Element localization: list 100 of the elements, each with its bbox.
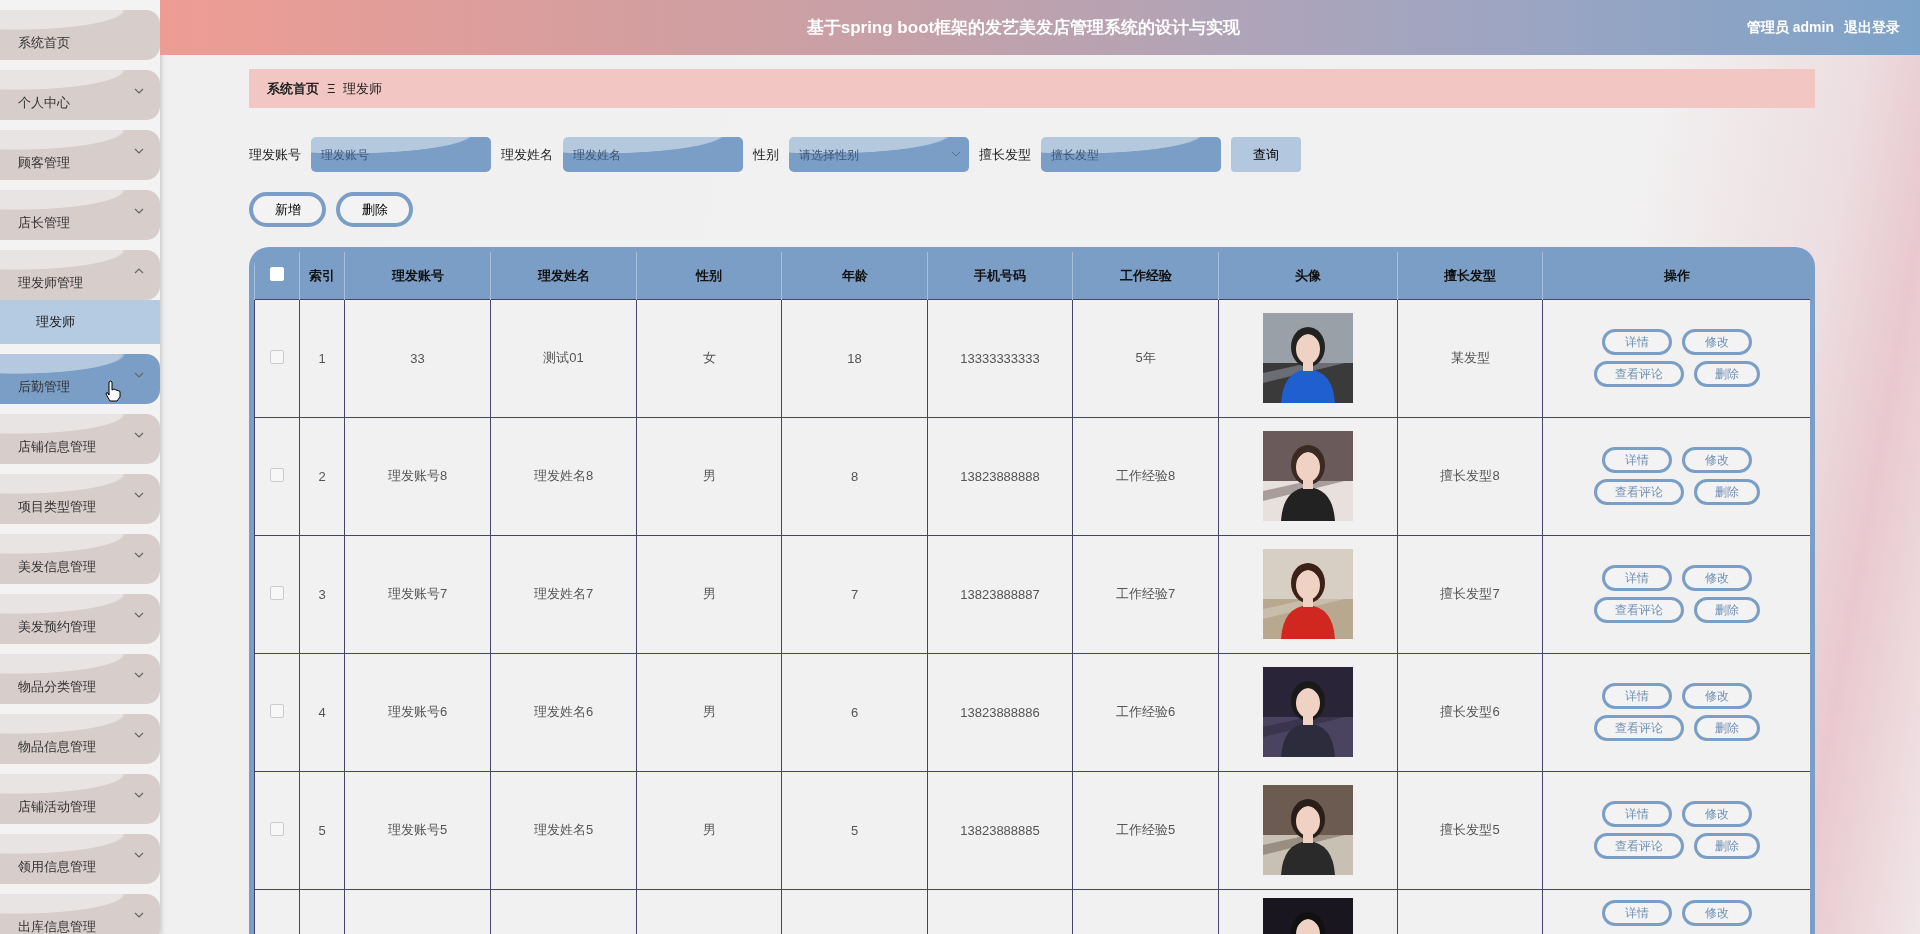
table-cell: 擅长发型5 bbox=[1440, 822, 1500, 837]
sidebar-item[interactable]: 物品分类管理 bbox=[0, 654, 160, 704]
row-action-button[interactable]: 修改 bbox=[1681, 565, 1752, 591]
row-action-button[interactable]: 详情 bbox=[1601, 447, 1672, 473]
sidebar-item[interactable]: 出库信息管理 bbox=[0, 894, 160, 934]
row-action-button[interactable]: 删除 bbox=[1693, 833, 1760, 859]
table-cell: 工作经验7 bbox=[1115, 586, 1176, 601]
sidebar-item[interactable]: 系统首页 bbox=[0, 10, 160, 60]
table-cell: 理发账号6 bbox=[387, 704, 448, 719]
field-label: 理发姓名 bbox=[501, 145, 553, 164]
table-cell: 理发姓名8 bbox=[533, 468, 594, 483]
logout-link[interactable]: 退出登录 bbox=[1844, 18, 1900, 37]
sidebar-item[interactable]: 后勤管理 bbox=[0, 354, 160, 404]
sidebar-item[interactable]: 美发信息管理 bbox=[0, 534, 160, 584]
table-cell: 18 bbox=[847, 350, 862, 366]
sidebar-item[interactable]: 领用信息管理 bbox=[0, 834, 160, 884]
table-cell: 2 bbox=[318, 468, 326, 484]
column-header: 理发账号 bbox=[391, 267, 444, 283]
row-action-button[interactable]: 删除 bbox=[1693, 479, 1760, 505]
table-cell: 5 bbox=[850, 822, 859, 838]
table-cell: 3 bbox=[318, 586, 326, 602]
row-action-button[interactable]: 详情 bbox=[1601, 683, 1672, 709]
row-action-button[interactable]: 查看评论 bbox=[1593, 597, 1684, 623]
action-button[interactable]: 新增 bbox=[249, 192, 326, 227]
sidebar-item[interactable]: 理发师管理 bbox=[0, 250, 160, 300]
chevron-icon bbox=[134, 490, 144, 500]
row-action-button[interactable]: 修改 bbox=[1681, 329, 1752, 355]
chevron-icon bbox=[134, 670, 144, 680]
sidebar-item[interactable]: 项目类型管理 bbox=[0, 474, 160, 524]
table-cell: 13823888888 bbox=[960, 468, 1040, 484]
action-button[interactable]: 删除 bbox=[336, 192, 413, 227]
chevron-icon bbox=[134, 370, 144, 380]
table-cell: 擅长发型7 bbox=[1440, 586, 1500, 601]
table-cell: 理发账号8 bbox=[387, 468, 448, 483]
row-action-button[interactable]: 删除 bbox=[1693, 361, 1760, 387]
chevron-icon bbox=[134, 610, 144, 620]
table-cell: 男 bbox=[702, 586, 716, 601]
column-header: 性别 bbox=[696, 267, 722, 283]
sidebar-item[interactable]: 店铺信息管理 bbox=[0, 414, 160, 464]
row-action-button[interactable]: 详情 bbox=[1601, 801, 1672, 827]
checkbox[interactable] bbox=[270, 585, 284, 600]
breadcrumb-separator: Ξ bbox=[327, 81, 336, 96]
table-cell: 1 bbox=[318, 350, 326, 366]
table-cell: 8 bbox=[850, 468, 859, 484]
table-cell: 4 bbox=[318, 704, 326, 720]
row-action-button[interactable]: 详情 bbox=[1601, 900, 1672, 926]
sidebar-item[interactable]: 物品信息管理 bbox=[0, 714, 160, 764]
chevron-icon bbox=[134, 850, 144, 860]
row-action-button[interactable]: 查看评论 bbox=[1593, 479, 1684, 505]
breadcrumb-current: 理发师 bbox=[343, 79, 383, 98]
checkbox[interactable] bbox=[270, 467, 284, 482]
row-action-button[interactable]: 删除 bbox=[1693, 597, 1760, 623]
table-cell: 男 bbox=[702, 704, 716, 719]
field-label: 性别 bbox=[753, 145, 779, 164]
table-cell: 擅长发型8 bbox=[1440, 468, 1500, 483]
row-action-button[interactable]: 修改 bbox=[1681, 447, 1752, 473]
table-cell: 5 bbox=[318, 822, 326, 838]
field-label: 擅长发型 bbox=[979, 145, 1031, 164]
table-cell: 理发姓名7 bbox=[533, 586, 594, 601]
checkbox[interactable] bbox=[270, 703, 284, 718]
checkbox[interactable] bbox=[270, 349, 284, 364]
table-cell: 工作经验5 bbox=[1115, 822, 1176, 837]
sidebar-item[interactable]: 店长管理 bbox=[0, 190, 160, 240]
chevron-icon bbox=[134, 206, 144, 216]
sidebar-item[interactable]: 顾客管理 bbox=[0, 130, 160, 180]
submenu-item[interactable]: 理发师 bbox=[0, 300, 160, 344]
table-cell: 理发姓名6 bbox=[533, 704, 594, 719]
row-action-button[interactable]: 删除 bbox=[1693, 715, 1760, 741]
input-field[interactable]: 理发姓名 bbox=[563, 137, 743, 172]
table-cell: 6 bbox=[850, 704, 859, 720]
table-cell: 理发账号5 bbox=[387, 822, 448, 837]
table-cell: 擅长发型6 bbox=[1440, 704, 1500, 719]
sidebar-item[interactable]: 个人中心 bbox=[0, 70, 160, 120]
row-action-button[interactable]: 查看评论 bbox=[1593, 361, 1684, 387]
checkbox[interactable] bbox=[270, 821, 284, 836]
sidebar-item[interactable]: 美发预约管理 bbox=[0, 594, 160, 644]
chevron-icon bbox=[134, 910, 144, 920]
row-action-button[interactable]: 详情 bbox=[1601, 565, 1672, 591]
chevron-icon bbox=[134, 790, 144, 800]
table-cell: 工作经验8 bbox=[1115, 468, 1176, 483]
table-cell: 33 bbox=[410, 350, 425, 366]
column-header: 手机号码 bbox=[974, 267, 1026, 283]
sidebar-item[interactable]: 店铺活动管理 bbox=[0, 774, 160, 824]
row-action-button[interactable]: 修改 bbox=[1681, 900, 1752, 926]
row-action-button[interactable]: 修改 bbox=[1681, 801, 1752, 827]
table-cell: 男 bbox=[702, 468, 716, 483]
table-cell: 男 bbox=[702, 822, 716, 837]
row-action-button[interactable]: 修改 bbox=[1681, 683, 1752, 709]
row-action-button[interactable]: 详情 bbox=[1601, 329, 1672, 355]
row-action-button[interactable]: 查看评论 bbox=[1593, 833, 1684, 859]
input-field[interactable]: 擅长发型 bbox=[1041, 137, 1221, 172]
table-cell: 女 bbox=[702, 350, 716, 365]
chevron-icon bbox=[134, 550, 144, 560]
query-button[interactable]: 查询 bbox=[1231, 137, 1301, 172]
table-cell: 测试01 bbox=[543, 350, 584, 365]
input-field[interactable]: 理发账号 bbox=[311, 137, 491, 172]
breadcrumb-link[interactable]: 系统首页 bbox=[267, 79, 319, 98]
select-field[interactable]: 请选择性别 bbox=[789, 137, 969, 172]
table-cell: 工作经验6 bbox=[1115, 704, 1176, 719]
row-action-button[interactable]: 查看评论 bbox=[1593, 715, 1684, 741]
